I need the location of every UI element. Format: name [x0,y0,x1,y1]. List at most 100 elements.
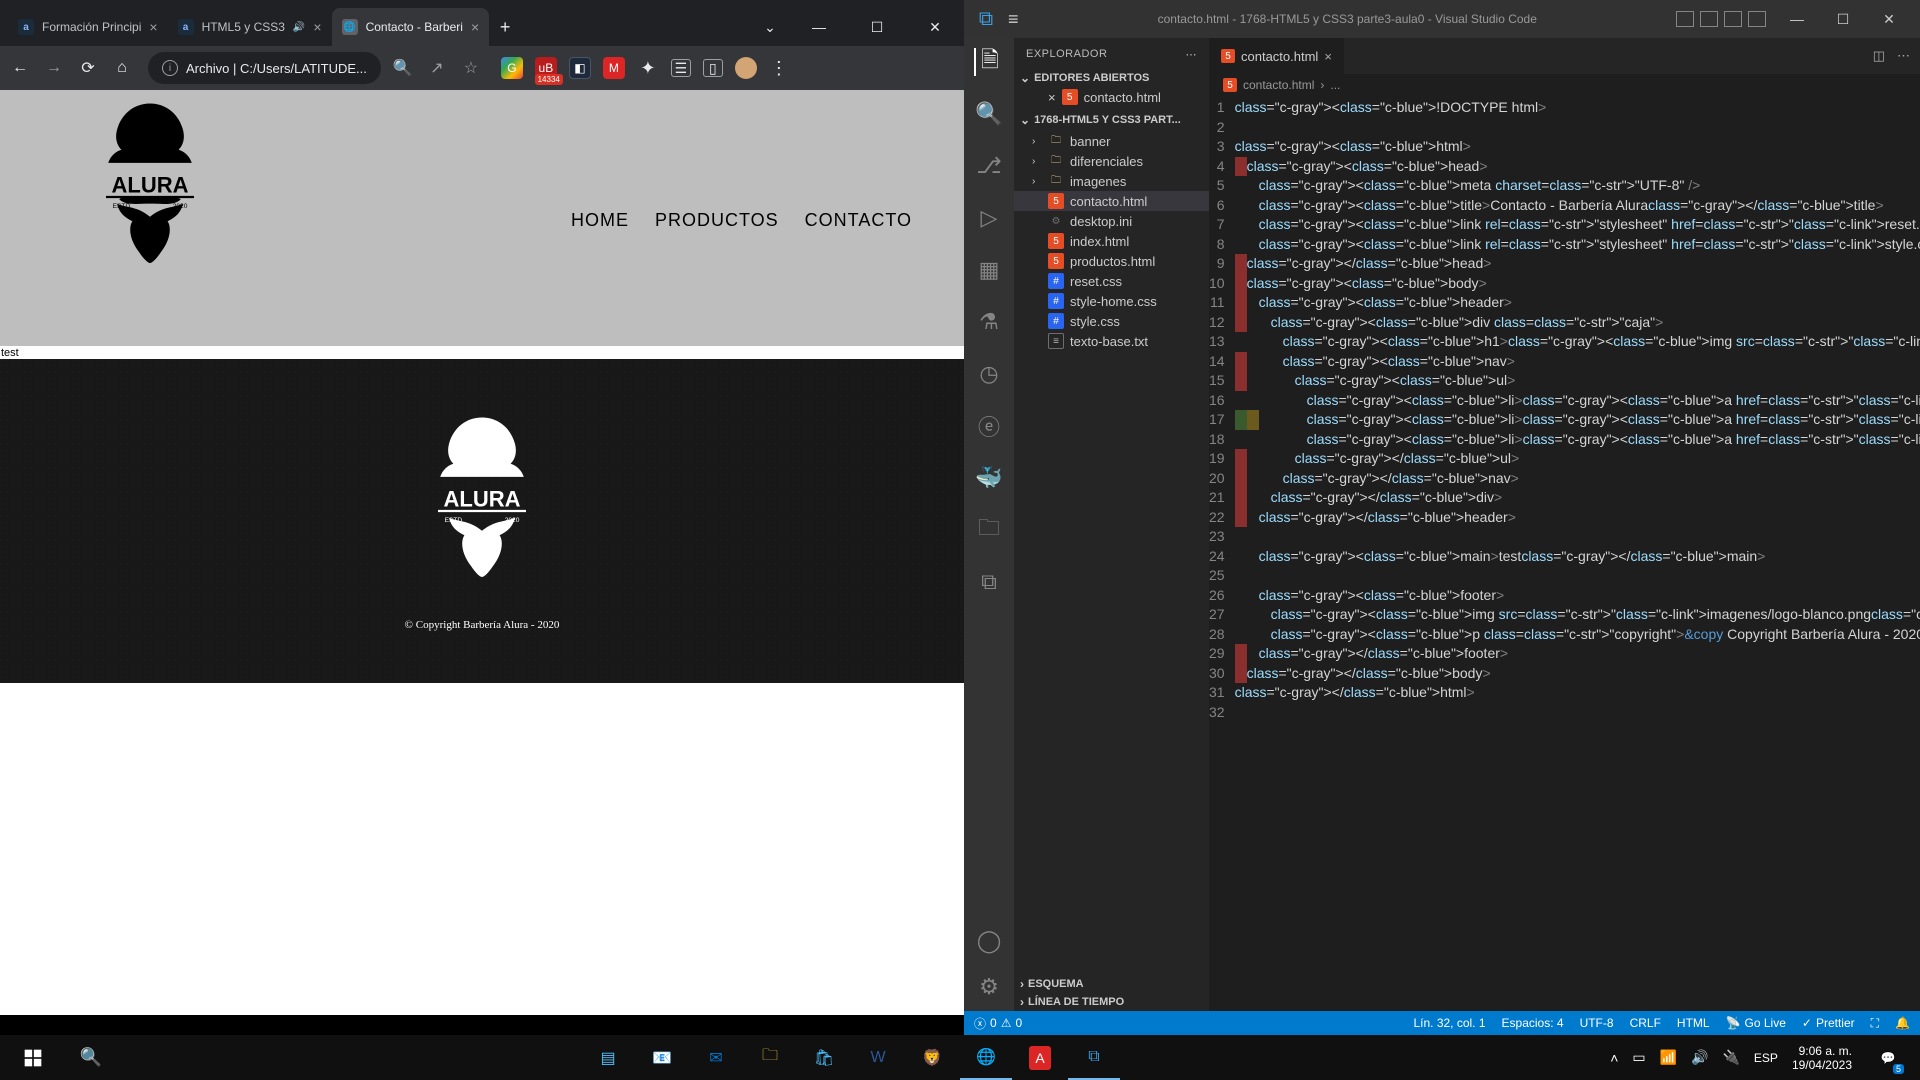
chrome-menu-button[interactable]: ⋮ [767,58,791,79]
status-spaces[interactable]: Espacios: 4 [1502,1016,1564,1031]
tray-power-icon[interactable]: 🔌 [1722,1049,1739,1066]
tree-item-desktop-ini[interactable]: ⚙desktop.ini [1014,211,1209,231]
maximize-button[interactable]: ☐ [848,8,906,46]
settings-gear-icon[interactable]: ⚙ [975,973,1003,1001]
status-golive[interactable]: 📡 Go Live [1726,1016,1786,1031]
search-button[interactable]: 🔍 [64,1035,118,1080]
taskbar-app-brave[interactable]: 🦁 [906,1035,958,1080]
nav-link-contacto[interactable]: CONTACTO [805,210,912,231]
live-server-icon[interactable]: ◷ [975,360,1003,388]
reload-button[interactable]: ⟳ [76,58,100,78]
more-icon[interactable]: ⋯ [1186,48,1198,61]
code-editor[interactable]: 1234567891011121314151617181920212223242… [1209,96,1920,1011]
nav-link-productos[interactable]: PRODUCTOS [655,210,779,231]
linea-section[interactable]: ›LÍNEA DE TIEMPO [1014,993,1209,1011]
terminal-icon[interactable]: ⧉ [975,568,1003,596]
close-icon[interactable]: × [1048,90,1056,105]
open-editors-section[interactable]: ⌄EDITORES ABIERTOS [1014,69,1209,87]
toggle-panel-icon[interactable] [1700,11,1718,27]
status-eol[interactable]: CRLF [1630,1016,1661,1031]
tab-formacion[interactable]: a Formación Principi × [8,8,168,46]
ublock-icon[interactable]: uB14334 [535,57,557,79]
share-icon[interactable]: ↗ [425,58,449,78]
address-bar[interactable]: i Archivo | C:/Users/LATITUDE... [148,52,381,84]
audio-icon[interactable]: 🔊 [293,22,305,33]
close-icon[interactable]: × [1324,49,1332,64]
tray-chevron-icon[interactable]: ˄ [1610,1050,1618,1066]
tray-battery-icon[interactable]: ▭ [1632,1049,1645,1066]
tree-item-texto-base-txt[interactable]: ≡texto-base.txt [1014,331,1209,351]
status-lang[interactable]: HTML [1677,1016,1710,1031]
google-translate-icon[interactable]: G [501,57,523,79]
reading-list-icon[interactable]: ☰ [671,59,691,77]
taskbar-app-chrome[interactable]: 🌐 [960,1035,1012,1080]
docker-icon[interactable]: 🐳 [975,464,1003,492]
maximize-button[interactable]: ☐ [1820,3,1866,35]
tree-item-style-home-css[interactable]: #style-home.css [1014,291,1209,311]
gmail-icon[interactable]: M [603,57,625,79]
status-encoding[interactable]: UTF-8 [1580,1016,1614,1031]
minimize-button[interactable]: — [790,8,848,46]
close-icon[interactable]: × [149,19,157,35]
taskbar-app-mail[interactable]: 📧 [636,1035,688,1080]
toggle-secondary-icon[interactable] [1724,11,1742,27]
zoom-icon[interactable]: 🔍 [391,58,415,78]
status-errors[interactable]: ⓧ 0 ⚠ 0 [974,1015,1022,1032]
project-manager-icon[interactable]: 🗀 [975,516,1003,544]
tab-contacto[interactable]: 🌐 Contacto - Barberi × [332,8,490,46]
explorer-icon[interactable]: 🗎 [974,48,1002,76]
minimize-button[interactable]: — [1774,3,1820,35]
workspace-section[interactable]: ⌄1768-HTML5 Y CSS3 PART... [1014,111,1209,129]
close-button[interactable]: ✕ [1866,3,1912,35]
action-center-button[interactable]: 💬5 [1866,1035,1910,1080]
profile-avatar[interactable] [735,57,757,79]
tree-item-index-html[interactable]: 5index.html [1014,231,1209,251]
code-content[interactable]: class="c-gray"><class="c-blue">!DOCTYPE … [1235,96,1920,1011]
tree-item-reset-css[interactable]: #reset.css [1014,271,1209,291]
tray-volume-icon[interactable]: 🔊 [1691,1049,1708,1066]
tray-wifi-icon[interactable]: 📶 [1660,1049,1677,1066]
taskbar-app-explorer[interactable]: 🗀 [744,1035,796,1080]
taskbar-app-acrobat[interactable]: A [1014,1035,1066,1080]
tree-item-style-css[interactable]: #style.css [1014,311,1209,331]
taskbar-clock[interactable]: 9:06 a. m. 19/04/2023 [1792,1044,1852,1072]
taskbar-app-outlook[interactable]: ✉ [690,1035,742,1080]
start-button[interactable] [6,1035,60,1080]
forward-button[interactable]: → [42,59,66,77]
status-prettier[interactable]: ✓ Prettier [1802,1016,1855,1031]
open-editor-file[interactable]: × 5 contacto.html [1014,87,1209,107]
edge-tools-icon[interactable]: ⓔ [975,412,1003,440]
new-tab-button[interactable]: + [489,8,521,46]
taskbar-app-word[interactable]: W [852,1035,904,1080]
tab-search-button[interactable]: ⌄ [750,8,790,46]
status-feedback-icon[interactable]: ⛶ [1871,1016,1879,1031]
run-debug-icon[interactable]: ▷ [975,204,1003,232]
esquema-section[interactable]: ›ESQUEMA [1014,975,1209,993]
search-icon[interactable]: 🔍 [975,100,1003,128]
accounts-icon[interactable]: ◯ [975,927,1003,955]
status-position[interactable]: Lín. 32, col. 1 [1413,1016,1485,1031]
side-panel-icon[interactable]: ▯ [703,59,723,77]
tray-language[interactable]: ESP [1754,1051,1778,1065]
more-icon[interactable]: ⋯ [1897,48,1910,64]
tree-item-diferenciales[interactable]: ›🗀diferenciales [1014,151,1209,171]
tree-item-productos-html[interactable]: 5productos.html [1014,251,1209,271]
toggle-sidebar-icon[interactable] [1676,11,1694,27]
bookmark-icon[interactable]: ☆ [459,58,483,78]
testing-icon[interactable]: ⚗ [975,308,1003,336]
tree-item-imagenes[interactable]: ›🗀imagenes [1014,171,1209,191]
status-bell-icon[interactable]: 🔔 [1895,1016,1910,1031]
nav-link-home[interactable]: HOME [571,210,629,231]
tree-item-contacto-html[interactable]: 5contacto.html [1014,191,1209,211]
editor-tab-contacto[interactable]: 5 contacto.html × [1209,38,1345,74]
taskbar-app-store[interactable]: 🛍 [798,1035,850,1080]
split-editor-icon[interactable]: ◫ [1873,48,1885,64]
home-button[interactable]: ⌂ [110,59,134,77]
breadcrumb[interactable]: 5 contacto.html › ... [1209,74,1920,96]
extension-icon[interactable]: ◧ [569,57,591,79]
close-icon[interactable]: × [313,19,321,35]
taskbar-app-files[interactable]: ▤ [582,1035,634,1080]
hamburger-menu[interactable]: ≡ [1008,9,1019,30]
tree-item-banner[interactable]: ›🗀banner [1014,131,1209,151]
back-button[interactable]: ← [8,59,32,77]
